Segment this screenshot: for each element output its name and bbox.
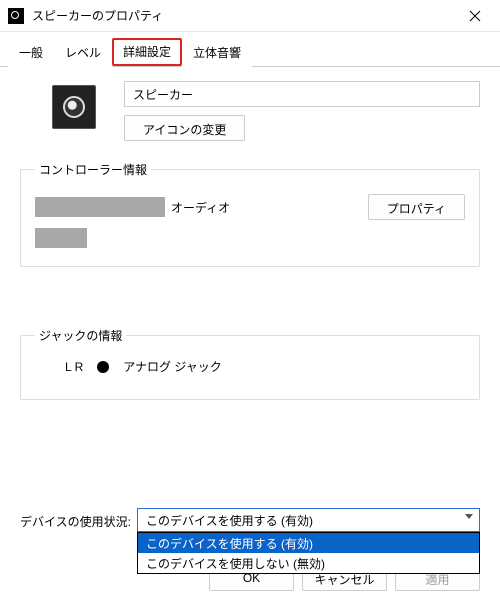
tab-advanced[interactable]: 詳細設定 xyxy=(112,38,182,66)
redacted-vendor xyxy=(35,197,165,217)
window-title: スピーカーのプロパティ xyxy=(32,7,452,24)
device-usage-label: デバイスの使用状況: xyxy=(20,508,131,530)
device-usage-combobox[interactable]: このデバイスを使用する (有効) xyxy=(137,508,480,532)
device-usage-row: デバイスの使用状況: このデバイスを使用する (有効) このデバイスを使用する … xyxy=(20,508,480,532)
jack-legend: ジャックの情報 xyxy=(35,327,126,344)
change-icon-button[interactable]: アイコンの変更 xyxy=(124,115,245,141)
redacted-model xyxy=(35,228,87,248)
device-icon xyxy=(52,85,96,129)
tab-bar: 一般 レベル 詳細設定 立体音響 xyxy=(0,32,500,67)
controller-audio-label: オーディオ xyxy=(171,199,230,216)
close-button[interactable] xyxy=(452,1,498,31)
usage-option-enable[interactable]: このデバイスを使用する (有効) xyxy=(138,533,479,553)
device-name-input[interactable] xyxy=(124,81,480,107)
device-usage-dropdown: このデバイスを使用する (有効) このデバイスを使用しない (無効) xyxy=(137,532,480,574)
jack-info-group: ジャックの情報 L R アナログ ジャック xyxy=(20,327,480,400)
tab-general[interactable]: 一般 xyxy=(8,39,54,67)
controller-properties-button[interactable]: プロパティ xyxy=(368,194,465,220)
jack-type-label: アナログ ジャック xyxy=(123,358,222,375)
tab-spatial[interactable]: 立体音響 xyxy=(182,39,252,67)
speaker-window-icon xyxy=(8,8,24,24)
tab-content-general: アイコンの変更 コントローラー情報 オーディオ プロパティ ジャックの情報 L … xyxy=(0,67,500,400)
close-icon xyxy=(469,10,481,22)
controller-info-group: コントローラー情報 オーディオ プロパティ xyxy=(20,161,480,267)
controller-legend: コントローラー情報 xyxy=(35,161,151,178)
chevron-down-icon xyxy=(465,514,473,519)
jack-color-icon xyxy=(97,361,109,373)
usage-option-disable[interactable]: このデバイスを使用しない (無効) xyxy=(138,553,479,573)
tab-level[interactable]: レベル xyxy=(54,39,112,67)
titlebar: スピーカーのプロパティ xyxy=(0,0,500,32)
jack-lr-label: L R xyxy=(65,360,83,374)
device-usage-selected: このデバイスを使用する (有効) xyxy=(146,512,313,529)
